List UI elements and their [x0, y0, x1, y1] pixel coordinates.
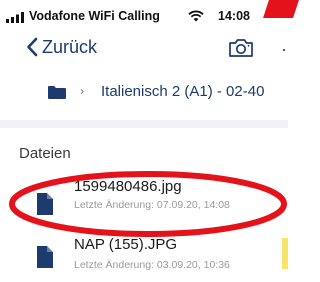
file-name: NAP (155).JPG [74, 236, 178, 253]
camera-icon[interactable] [228, 37, 254, 58]
highlight-edge [282, 238, 288, 269]
section-divider [0, 120, 288, 128]
document-icon [37, 246, 53, 268]
breadcrumb-current[interactable]: Italienisch 2 (A1) - 02-40 [101, 83, 264, 100]
back-label: Zurück [42, 36, 98, 57]
overflow-hint: · [281, 39, 287, 59]
back-button[interactable]: Zurück [26, 35, 97, 59]
file-modified: Letzte Änderung: 03.09.20, 10:36 [74, 259, 230, 271]
breadcrumb: › Italienisch 2 (A1) - 02-40 [0, 78, 288, 108]
clock-time: 14:08 [218, 9, 250, 23]
file-row[interactable]: NAP (155).JPG Letzte Änderung: 03.09.20,… [0, 232, 288, 282]
breadcrumb-separator: › [80, 84, 84, 98]
file-modified: Letzte Änderung: 07.09.20, 14:08 [74, 199, 230, 211]
carrier-label: Vodafone WiFi Calling [29, 9, 160, 23]
file-name: 1599480486.jpg [74, 178, 182, 195]
section-title: Dateien [19, 145, 71, 162]
red-marker [263, 0, 299, 18]
file-row[interactable]: 1599480486.jpg Letzte Änderung: 07.09.20… [0, 177, 288, 227]
document-icon [37, 193, 53, 215]
signal-strength-icon [6, 12, 24, 23]
folder-icon[interactable] [48, 86, 66, 99]
wifi-icon [188, 10, 204, 22]
chevron-left-icon [27, 37, 38, 57]
status-bar: Vodafone WiFi Calling 14:08 [0, 0, 288, 30]
